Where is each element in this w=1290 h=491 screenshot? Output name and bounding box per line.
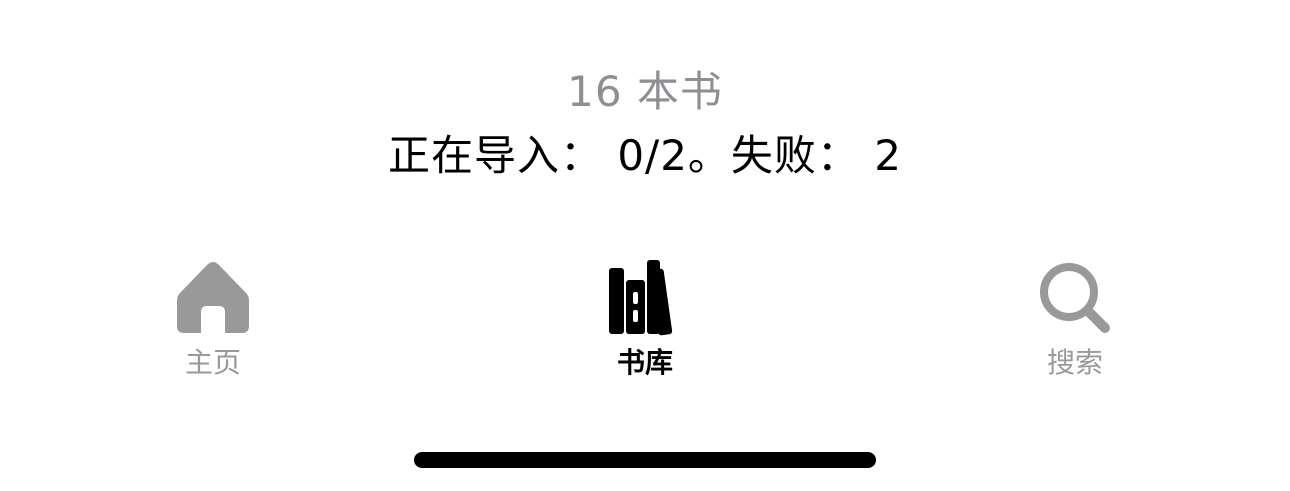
book-count-label: 16 本书 — [567, 67, 723, 116]
tab-search-label: 搜索 — [1046, 346, 1103, 379]
tab-bar: 主页 书库 搜索 — [0, 250, 1290, 390]
house-icon — [177, 262, 249, 333]
magnifying-glass-icon — [1040, 263, 1110, 333]
home-indicator[interactable] — [414, 452, 876, 468]
tab-home-label: 主页 — [184, 346, 241, 379]
tab-search[interactable]: 搜索 — [975, 250, 1175, 390]
tab-library-label: 书库 — [616, 346, 673, 379]
tab-library[interactable]: 书库 — [545, 250, 745, 390]
library-status: 16 本书 正在导入： 0/2。失败： 2 — [0, 62, 1290, 186]
tab-home[interactable]: 主页 — [113, 250, 313, 390]
books-icon — [609, 260, 673, 336]
import-status-label: 正在导入： 0/2。失败： 2 — [387, 131, 903, 180]
